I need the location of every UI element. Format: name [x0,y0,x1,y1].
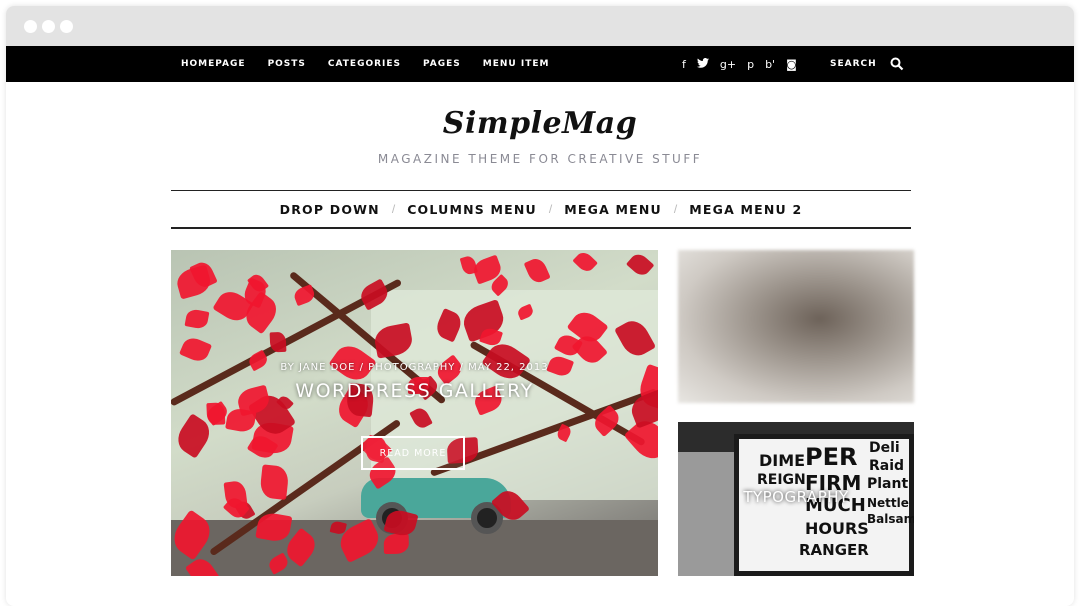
top-nav-homepage[interactable]: HOMEPAGE [181,59,246,69]
red-leaf [179,335,213,366]
top-nav-menu-item[interactable]: MENU ITEM [483,59,550,69]
red-leaf [174,265,214,301]
top-nav-categories[interactable]: CATEGORIES [328,59,401,69]
window-dot[interactable] [60,20,73,33]
behance-icon[interactable]: b' [765,58,775,71]
site-tagline: MAGAZINE THEME FOR CREATIVE STUFF [377,152,703,166]
instagram-icon[interactable]: ◙ [786,58,797,71]
search-icon[interactable] [890,57,904,71]
browser-chrome [6,6,1074,46]
read-more-button[interactable]: READ MORE [361,436,465,470]
post-title[interactable]: WORDPRESS GALLERY [171,380,658,402]
browser-window: HOMEPAGE POSTS CATEGORIES PAGES MENU ITE… [6,6,1074,606]
facebook-icon[interactable]: f [682,58,686,71]
social-links: f g+ p b' ◙ [682,46,808,82]
nav-separator: / [391,202,396,216]
site-logo[interactable]: SimpleMag [6,106,1074,141]
poster-word: Raid [869,458,905,474]
poster-word: PER [805,443,858,471]
main-nav-drop-down[interactable]: DROP DOWN [280,202,380,217]
poster-word: REIGN [757,472,806,488]
poster-word: DIME [759,451,806,470]
nav-separator: / [548,202,553,216]
window-dot[interactable] [42,20,55,33]
search-label[interactable]: SEARCH [830,59,877,69]
pinterest-icon[interactable]: p [747,58,754,71]
red-leaf [523,255,551,286]
red-leaf [572,250,599,276]
red-leaf [225,406,258,434]
nav-separator: / [673,202,678,216]
top-bar: HOMEPAGE POSTS CATEGORIES PAGES MENU ITE… [6,46,1074,82]
main-nav-mega-menu[interactable]: MEGA MENU [564,202,662,217]
red-leaf [383,533,409,554]
poster-image [678,452,738,576]
red-leaf [259,464,290,501]
red-leaf [625,251,654,279]
google-plus-icon[interactable]: g+ [720,58,736,71]
side-post-blurred-image[interactable] [678,250,914,403]
red-leaf [184,307,210,330]
main-nav-mega-menu-2[interactable]: MEGA MENU 2 [689,202,802,217]
window-dot[interactable] [24,20,37,33]
poster-word: Balsam [867,512,914,526]
poster-word: RANGER [799,541,869,559]
top-nav: HOMEPAGE POSTS CATEGORIES PAGES MENU ITE… [181,46,571,82]
main-nav-columns-menu[interactable]: COLUMNS MENU [407,202,537,217]
twitter-icon[interactable] [696,57,709,71]
top-nav-pages[interactable]: PAGES [423,59,461,69]
featured-post[interactable]: BY JANE DOE / PHOTOGRAPHY / MAY 22, 2013… [171,250,658,576]
side-post-typography[interactable]: DIME PER Deli REIGN FIRM Raid MUCH Plant… [678,422,914,576]
post-meta: BY JANE DOE / PHOTOGRAPHY / MAY 22, 2013 [280,362,549,373]
top-nav-posts[interactable]: POSTS [268,59,306,69]
main-nav: DROP DOWN / COLUMNS MENU / MEGA MENU / M… [171,190,911,229]
poster-word: HOURS [805,519,869,538]
side-post-title[interactable]: TYPOGRAPHY [678,488,914,506]
poster-word: Deli [869,440,900,456]
